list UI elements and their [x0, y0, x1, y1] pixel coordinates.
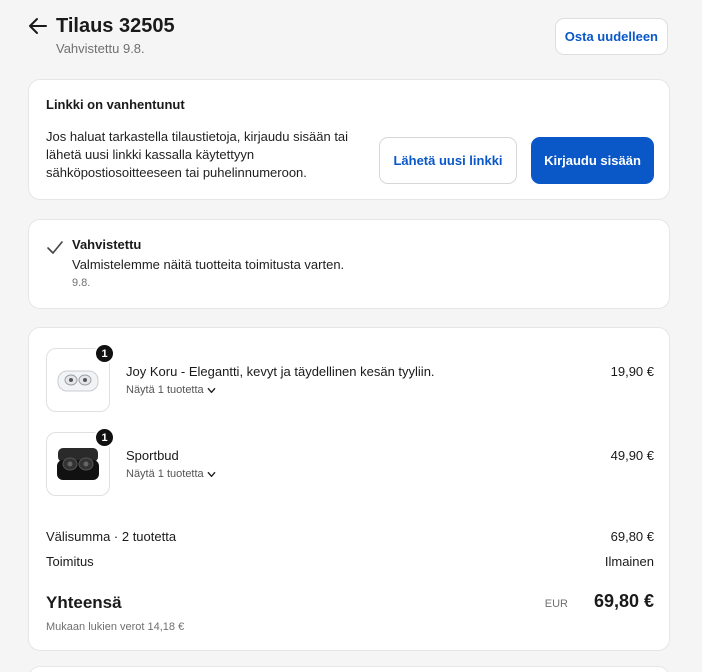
check-icon [47, 241, 63, 254]
back-arrow-icon[interactable] [28, 16, 48, 36]
shipping-row: Toimitus Ilmainen [46, 554, 654, 569]
show-items-toggle[interactable]: Näytä 1 tuotetta [126, 384, 216, 396]
status-title: Vahvistettu [72, 237, 142, 252]
login-button[interactable]: Kirjaudu sisään [531, 137, 654, 184]
buy-again-button[interactable]: Osta uudelleen [554, 18, 668, 55]
quantity-badge: 1 [94, 427, 115, 448]
total-row: Yhteensä EUR 69,80 € [46, 590, 654, 616]
shipping-value: Ilmainen [604, 554, 654, 569]
tax-note: Mukaan lukien verot 14,18 € [46, 621, 185, 633]
chevron-down-icon [207, 387, 216, 393]
product-price: 49,90 € [610, 448, 654, 463]
subtotal-row: Välisumma · 2 tuotetta 69,80 € [46, 529, 654, 544]
status-description: Valmistelemme näitä tuotteita toimitusta… [72, 257, 345, 272]
chevron-down-icon [207, 471, 216, 477]
link-expired-title: Linkki on vanhentunut [46, 97, 185, 112]
product-name: Sportbud [126, 448, 179, 463]
product-row: 1 Sportbud Näytä 1 tuotetta 49,90 € [46, 427, 654, 498]
order-header: Tilaus 32505 Vahvistettu 9.8. Osta uudel… [28, 14, 670, 64]
page-title: Tilaus 32505 [56, 15, 175, 37]
total-value: 69,80 € [593, 591, 654, 611]
link-expired-card: Linkki on vanhentunut Jos haluat tarkast… [28, 79, 670, 200]
earbuds-case-black-icon [57, 448, 99, 480]
earbuds-case-white-icon [57, 370, 99, 392]
product-row: 1 Joy Koru - Elegantti, kevyt ja täydell… [46, 343, 654, 414]
quantity-badge: 1 [94, 343, 115, 364]
order-summary-card: 1 Joy Koru - Elegantti, kevyt ja täydell… [28, 327, 670, 651]
send-new-link-button[interactable]: Lähetä uusi linkki [379, 137, 517, 184]
subtotal-value: 69,80 € [610, 529, 654, 544]
show-items-label: Näytä 1 tuotetta [126, 384, 204, 396]
order-confirmed-date: Vahvistettu 9.8. [56, 41, 145, 56]
shipping-label: Toimitus [46, 554, 94, 569]
link-expired-message: Jos haluat tarkastella tilaustietoja, ki… [46, 129, 349, 180]
total-currency: EUR [544, 598, 568, 610]
product-price: 19,90 € [610, 364, 654, 379]
show-items-label: Näytä 1 tuotetta [126, 468, 204, 480]
total-label: Yhteensä [46, 593, 122, 612]
subtotal-label: Välisumma · 2 tuotetta [46, 529, 177, 544]
status-date: 9.8. [72, 277, 91, 289]
next-card [28, 666, 670, 672]
status-card: Vahvistettu Valmistelemme näitä tuotteit… [28, 219, 670, 309]
product-name: Joy Koru - Elegantti, kevyt ja täydellin… [126, 364, 435, 379]
show-items-toggle[interactable]: Näytä 1 tuotetta [126, 468, 216, 480]
